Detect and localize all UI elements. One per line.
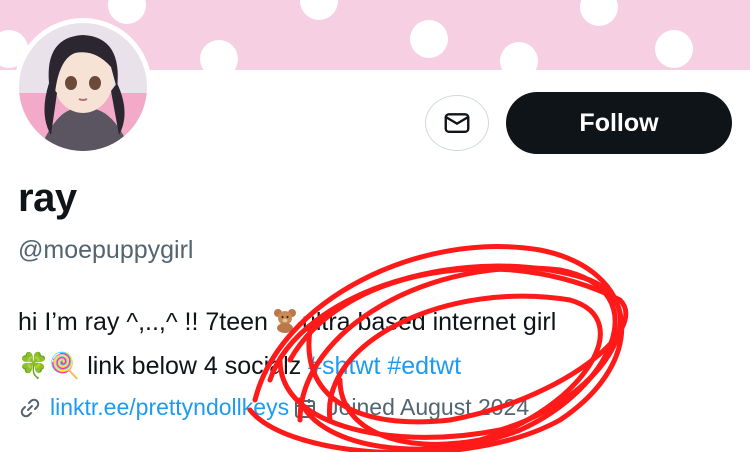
bio-text-2: ultra based internet girl: [301, 308, 557, 336]
hashtag-edtwt[interactable]: #edtwt: [387, 352, 461, 380]
bio-line-2: 🍀🍭 link below 4 socialz #shtwt #edtwt: [18, 344, 738, 388]
profile-handle: @moepuppygirl: [18, 236, 194, 264]
calendar-icon: [295, 398, 316, 418]
joined-date: Joined August 2024: [327, 394, 530, 420]
bio-text-3: 🍀🍭 link below 4 socialz: [18, 352, 302, 380]
profile-meta: linktr.ee/prettyndollkeys Joined August …: [18, 394, 529, 421]
profile-name: ray: [18, 176, 77, 220]
profile-bio: hi I’m ray ^,..,^ !! 7teen ultra based i…: [18, 300, 738, 388]
bio-line-1: hi I’m ray ^,..,^ !! 7teen ultra based i…: [18, 300, 738, 344]
bio-text-1: hi I’m ray ^,..,^ !! 7teen: [18, 308, 268, 336]
follow-button[interactable]: Follow: [506, 92, 732, 154]
teddy-bear-emoji-icon: [273, 309, 296, 333]
message-button[interactable]: [425, 95, 489, 151]
avatar[interactable]: [14, 18, 152, 156]
hashtag-shtwt[interactable]: #shtwt: [308, 352, 380, 380]
envelope-icon: [444, 113, 470, 133]
link-icon: [20, 398, 40, 417]
profile-link[interactable]: linktr.ee/prettyndollkeys: [50, 394, 289, 421]
